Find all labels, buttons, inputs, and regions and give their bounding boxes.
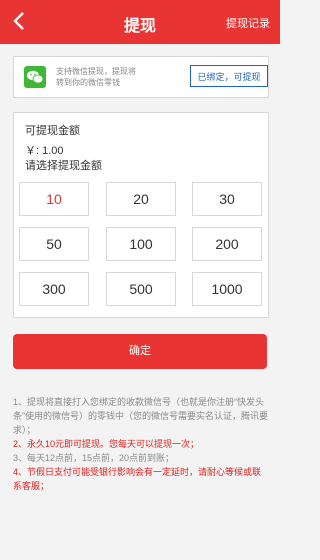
available-amount-value: ￥: 1.00: [25, 145, 64, 157]
bound-withdraw-button[interactable]: 已绑定，可提现: [190, 65, 268, 87]
available-amount-label: 可提现金额: [25, 125, 80, 137]
amount-option-200[interactable]: 200: [192, 227, 262, 261]
wechat-bind-card: 支持微信提现，提现将 转到你的微信零钱 已绑定，可提现: [13, 56, 269, 98]
amount-option-100[interactable]: 100: [106, 227, 176, 261]
amount-option-300[interactable]: 300: [19, 272, 89, 306]
wechat-info-text: 支持微信提现，提现将 转到你的微信零钱: [56, 67, 136, 87]
confirm-button[interactable]: 确定: [13, 334, 267, 369]
note-item: 4、节假日支付可能受银行影响会有一定延时，请耐心等候或联系客服；: [13, 467, 262, 491]
amount-option-50[interactable]: 50: [19, 227, 89, 261]
withdraw-record-link[interactable]: 提现记录: [226, 15, 270, 31]
note-item: 1、提现将直接打入您绑定的收款微信号（也就是你注册“快发头条”使用的微信号）的零…: [13, 397, 268, 435]
amount-option-1000[interactable]: 1000: [192, 272, 262, 306]
note-item: 3、每天12点前，15点前，20点前到账；: [13, 453, 175, 463]
amount-option-20[interactable]: 20: [106, 182, 176, 216]
note-item: 2、永久10元即可提现。您每天可以提现一次；: [13, 439, 200, 449]
amount-card: 可提现金额 ￥: 1.00 请选择提现金额 10 20 30 50 100 20…: [13, 112, 269, 318]
wechat-icon: [24, 66, 46, 88]
select-amount-label: 请选择提现金额: [25, 160, 102, 172]
amount-option-500[interactable]: 500: [106, 272, 176, 306]
withdraw-notes: 1、提现将直接打入您绑定的收款微信号（也就是你注册“快发头条”使用的微信号）的零…: [13, 395, 269, 493]
top-bar: 提现 提现记录: [0, 0, 280, 44]
amount-option-30[interactable]: 30: [192, 182, 262, 216]
amount-option-10[interactable]: 10: [19, 182, 89, 216]
